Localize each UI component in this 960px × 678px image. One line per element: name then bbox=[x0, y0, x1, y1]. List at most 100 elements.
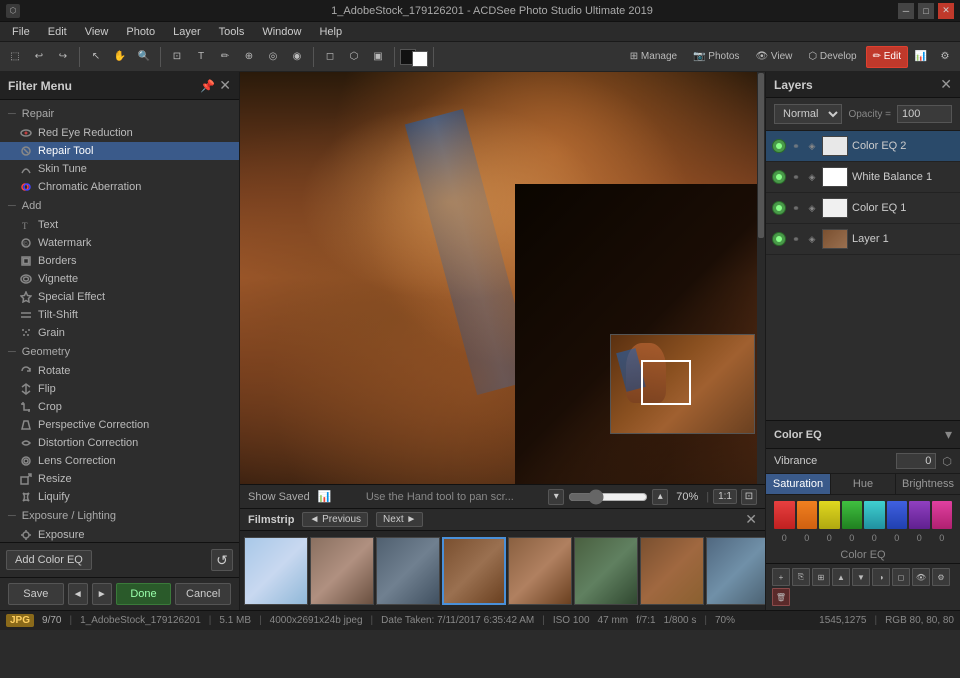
minimize-button[interactable]: ─ bbox=[898, 3, 914, 19]
histogram-icon[interactable]: 📊 bbox=[318, 490, 332, 503]
filter-borders[interactable]: Borders bbox=[0, 252, 239, 270]
filter-lens[interactable]: Lens Correction bbox=[0, 452, 239, 470]
done-button[interactable]: Done bbox=[116, 583, 172, 605]
filmstrip-thumb-7[interactable] bbox=[640, 537, 704, 605]
layer-item-color-eq-1[interactable]: ⚭ ◈ Color EQ 1 bbox=[766, 193, 960, 224]
filter-skin-tune[interactable]: Skin Tune bbox=[0, 160, 239, 178]
filter-panel-close[interactable]: ✕ bbox=[219, 77, 231, 94]
filmstrip-thumb-3[interactable] bbox=[376, 537, 440, 605]
tool-zoom[interactable]: 🔍 bbox=[133, 46, 155, 68]
filter-rotate[interactable]: Rotate bbox=[0, 362, 239, 380]
section-geometry[interactable]: Geometry bbox=[0, 342, 239, 362]
canvas-image[interactable]: ✕ bbox=[240, 72, 765, 484]
section-exposure[interactable]: Exposure / Lighting bbox=[0, 506, 239, 526]
menu-layer[interactable]: Layer bbox=[165, 24, 209, 40]
background-color[interactable] bbox=[412, 51, 428, 67]
filter-panel-pin[interactable]: 📌 bbox=[200, 77, 215, 94]
menu-photo[interactable]: Photo bbox=[118, 24, 163, 40]
swatch-blue[interactable] bbox=[887, 501, 908, 529]
tool-fill[interactable]: ⬡ bbox=[343, 46, 365, 68]
reset-color-eq-button[interactable]: ↺ bbox=[211, 549, 233, 571]
zoom-down-button[interactable]: ▾ bbox=[548, 489, 564, 505]
filmstrip-next[interactable]: Next ► bbox=[376, 512, 423, 527]
tool-text[interactable]: T bbox=[190, 46, 212, 68]
manage-btn[interactable]: ⊞ Manage bbox=[623, 46, 684, 68]
ratio-button[interactable]: 1:1 bbox=[713, 489, 737, 504]
layer-delete-btn[interactable]: 🗑 bbox=[772, 588, 790, 606]
maximize-button[interactable]: □ bbox=[918, 3, 934, 19]
filter-red-eye[interactable]: Red Eye Reduction bbox=[0, 124, 239, 142]
filter-tilt[interactable]: Tilt-Shift bbox=[0, 306, 239, 324]
swatch-yellow[interactable] bbox=[819, 501, 840, 529]
cancel-button[interactable]: Cancel bbox=[175, 583, 231, 605]
prev-button[interactable]: ◄ bbox=[68, 583, 88, 605]
swatch-purple[interactable] bbox=[909, 501, 930, 529]
vibrance-stepper[interactable]: ⬡ bbox=[942, 455, 952, 468]
filter-perspective[interactable]: Perspective Correction bbox=[0, 416, 239, 434]
tab-saturation[interactable]: Saturation bbox=[766, 474, 831, 494]
layer-dup-btn[interactable]: ⎘ bbox=[792, 568, 810, 586]
section-add[interactable]: Add bbox=[0, 196, 239, 216]
filter-chromatic[interactable]: Chromatic Aberration bbox=[0, 178, 239, 196]
tool-select[interactable]: ↖ bbox=[85, 46, 107, 68]
filmstrip-thumb-4[interactable] bbox=[442, 537, 506, 605]
opacity-input[interactable] bbox=[897, 105, 952, 123]
layer-opacity-btn[interactable]: ◑ bbox=[872, 568, 890, 586]
tool-gradient[interactable]: ▣ bbox=[367, 46, 389, 68]
layer-visibility-2[interactable] bbox=[772, 170, 786, 184]
tool-btn-2[interactable]: ↩ bbox=[28, 46, 50, 68]
zoom-up-button[interactable]: ▴ bbox=[652, 489, 668, 505]
filmstrip-thumb-5[interactable] bbox=[508, 537, 572, 605]
layer-merge-btn[interactable]: ⊞ bbox=[812, 568, 830, 586]
swatch-green[interactable] bbox=[842, 501, 863, 529]
tool-brush[interactable]: ✏ bbox=[214, 46, 236, 68]
develop-btn[interactable]: ⬡ Develop bbox=[801, 46, 863, 68]
filter-vignette[interactable]: Vignette bbox=[0, 270, 239, 288]
filter-special[interactable]: Special Effect bbox=[0, 288, 239, 306]
tab-brightness[interactable]: Brightness bbox=[896, 474, 960, 494]
filter-crop[interactable]: Crop bbox=[0, 398, 239, 416]
layer-up-btn[interactable]: ▲ bbox=[832, 568, 850, 586]
layer-item-layer1[interactable]: ⚭ ◈ Layer 1 bbox=[766, 224, 960, 255]
extra-tool-2[interactable]: ⚙ bbox=[934, 46, 956, 68]
filmstrip-prev[interactable]: ◄ Previous bbox=[302, 512, 368, 527]
tab-hue[interactable]: Hue bbox=[831, 474, 896, 494]
close-button[interactable]: ✕ bbox=[938, 3, 954, 19]
layer-down-btn[interactable]: ▼ bbox=[852, 568, 870, 586]
tool-btn-3[interactable]: ↪ bbox=[52, 46, 74, 68]
layer-settings-btn[interactable]: ⚙ bbox=[932, 568, 950, 586]
layer-mask-btn[interactable]: ◻ bbox=[892, 568, 910, 586]
menu-window[interactable]: Window bbox=[254, 24, 309, 40]
layer-item-white-balance[interactable]: ⚭ ◈ White Balance 1 bbox=[766, 162, 960, 193]
canvas-scroll-thumb[interactable] bbox=[758, 73, 764, 238]
edit-btn[interactable]: ✏ Edit bbox=[866, 46, 908, 68]
swatch-cyan[interactable] bbox=[864, 501, 885, 529]
filmstrip-thumb-2[interactable] bbox=[310, 537, 374, 605]
swatch-red[interactable] bbox=[774, 501, 795, 529]
tool-clone[interactable]: ⊕ bbox=[238, 46, 260, 68]
add-color-eq-button[interactable]: Add Color EQ bbox=[6, 550, 92, 570]
tool-eraser[interactable]: ◻ bbox=[319, 46, 341, 68]
filter-repair-tool[interactable]: Repair Tool bbox=[0, 142, 239, 160]
view-btn[interactable]: 👁 View bbox=[748, 46, 799, 68]
layer-visibility-3[interactable] bbox=[772, 201, 786, 215]
show-saved-toggle[interactable]: Show Saved bbox=[248, 491, 310, 503]
tool-hand[interactable]: ✋ bbox=[109, 46, 131, 68]
layer-visibility-4[interactable] bbox=[772, 232, 786, 246]
filter-distortion[interactable]: Distortion Correction bbox=[0, 434, 239, 452]
menu-file[interactable]: File bbox=[4, 24, 38, 40]
filter-liquify[interactable]: Liquify bbox=[0, 488, 239, 506]
swatch-pink[interactable] bbox=[932, 501, 953, 529]
filter-text[interactable]: T Text bbox=[0, 216, 239, 234]
layer-add-btn[interactable]: + bbox=[772, 568, 790, 586]
menu-tools[interactable]: Tools bbox=[211, 24, 253, 40]
vibrance-input[interactable] bbox=[896, 453, 936, 469]
save-button[interactable]: Save bbox=[8, 583, 64, 605]
filter-exposure[interactable]: Exposure bbox=[0, 526, 239, 542]
layer-eye-btn[interactable]: 👁 bbox=[912, 568, 930, 586]
tool-btn-1[interactable]: ⬚ bbox=[4, 46, 26, 68]
tool-heal[interactable]: ◎ bbox=[262, 46, 284, 68]
filmstrip-thumb-1[interactable] bbox=[244, 537, 308, 605]
layer-item-color-eq-2[interactable]: ⚭ ◈ Color EQ 2 bbox=[766, 131, 960, 162]
swatch-orange[interactable] bbox=[797, 501, 818, 529]
